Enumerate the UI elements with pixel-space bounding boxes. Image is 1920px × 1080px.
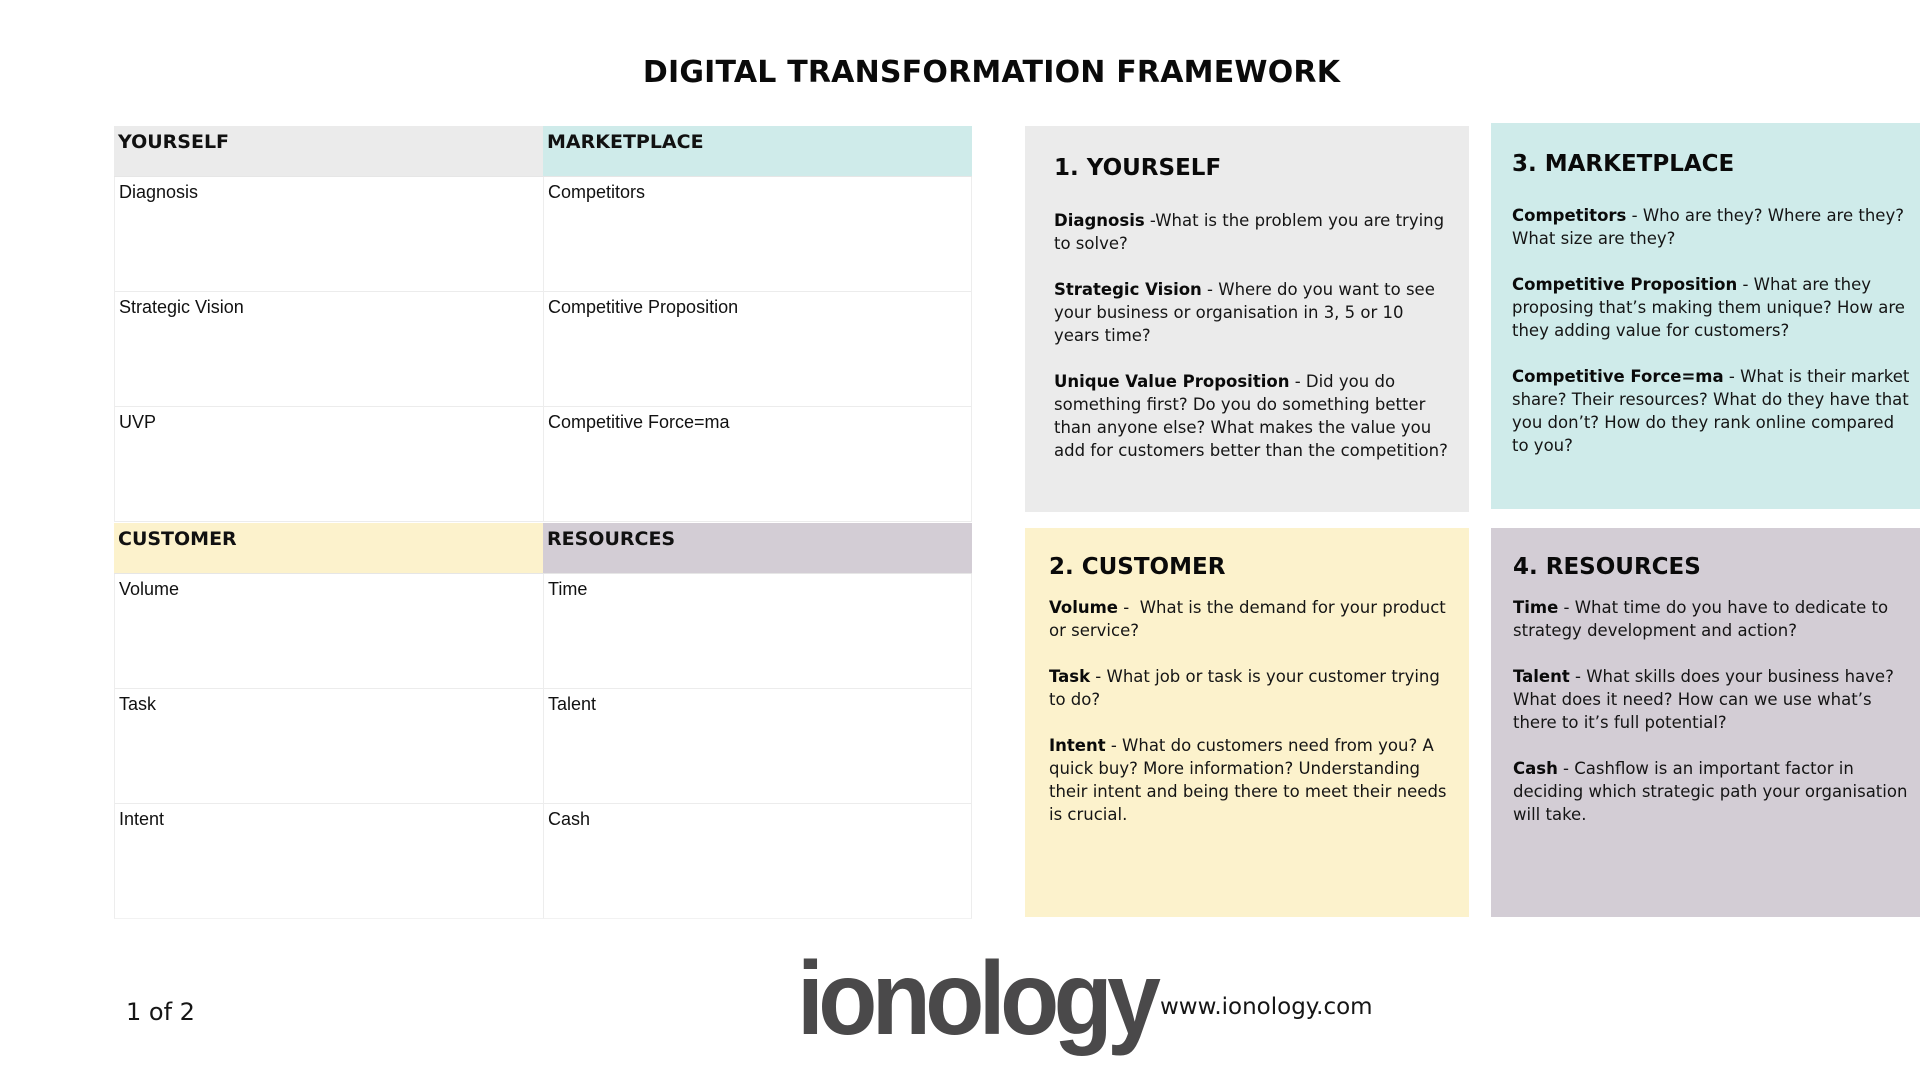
cell-task[interactable]: Task — [114, 689, 543, 804]
header-customer: CUSTOMER — [114, 523, 543, 574]
panel-resources: 4. RESOURCES Time - What time do you hav… — [1491, 528, 1920, 917]
panel-title: 1. YOURSELF — [1054, 155, 1222, 181]
panel-item: Task - What job or task is your customer… — [1049, 665, 1453, 711]
page-title: DIGITAL TRANSFORMATION FRAMEWORK — [642, 55, 1341, 90]
header-marketplace: MARKETPLACE — [543, 126, 972, 177]
panel-item: Volume - What is the demand for your pro… — [1049, 596, 1453, 642]
cell-time[interactable]: Time — [543, 574, 972, 689]
panel-item: Talent - What skills does your business … — [1513, 665, 1920, 734]
panel-yourself: 1. YOURSELF Diagnosis -What is the probl… — [1025, 126, 1469, 512]
cell-volume[interactable]: Volume — [114, 574, 543, 689]
panel-item: Cash - Cashflow is an important factor i… — [1513, 757, 1920, 826]
panel-item: Competitive Force=ma - What is their mar… — [1512, 365, 1912, 457]
item-term: Talent — [1513, 667, 1570, 686]
cell-talent[interactable]: Talent — [543, 689, 972, 804]
panel-item: Intent - What do customers need from you… — [1049, 734, 1453, 826]
item-text: - What do customers need from you? A qui… — [1049, 736, 1447, 824]
item-term: Competitive Proposition — [1512, 275, 1738, 294]
item-term: Volume — [1049, 598, 1118, 617]
panel-item: Competitors - Who are they? Where are th… — [1512, 204, 1912, 250]
panel-title: 4. RESOURCES — [1513, 554, 1701, 580]
item-term: Unique Value Proposition — [1054, 372, 1290, 391]
cell-competitive-force[interactable]: Competitive Force=ma — [543, 407, 972, 522]
item-text: - What time do you have to dedicate to s… — [1513, 598, 1889, 640]
item-term: Competitors — [1512, 206, 1627, 225]
panel-title: 3. MARKETPLACE — [1512, 151, 1735, 177]
item-text: - Cashflow is an important factor in dec… — [1513, 759, 1908, 824]
panel-item: Time - What time do you have to dedicate… — [1513, 596, 1920, 642]
item-term: Time — [1513, 598, 1559, 617]
item-text: - What skills does your business have? W… — [1513, 667, 1894, 732]
header-resources: RESOURCES — [543, 523, 972, 574]
item-term: Diagnosis — [1054, 211, 1145, 230]
item-term: Cash — [1513, 759, 1558, 778]
item-term: Task — [1049, 667, 1091, 686]
item-term: Intent — [1049, 736, 1106, 755]
worksheet-table-bottom: CUSTOMER RESOURCES Volume Time Task Tale… — [114, 523, 972, 919]
cell-competitors[interactable]: Competitors — [543, 177, 972, 292]
panel-customer: 2. CUSTOMER Volume - What is the demand … — [1025, 528, 1469, 917]
panel-title: 2. CUSTOMER — [1049, 554, 1226, 580]
cell-uvp[interactable]: UVP — [114, 407, 543, 522]
cell-intent[interactable]: Intent — [114, 804, 543, 919]
panel-item: Unique Value Proposition - Did you do so… — [1054, 370, 1449, 462]
cell-competitive-proposition[interactable]: Competitive Proposition — [543, 292, 972, 407]
panel-item: Competitive Proposition - What are they … — [1512, 273, 1912, 342]
page-number: 1 of 2 — [126, 998, 195, 1026]
cell-strategic-vision[interactable]: Strategic Vision — [114, 292, 543, 407]
panel-marketplace: 3. MARKETPLACE Competitors - Who are the… — [1491, 123, 1920, 509]
item-term: Strategic Vision — [1054, 280, 1202, 299]
cell-cash[interactable]: Cash — [543, 804, 972, 919]
ionology-logo: ionology — [797, 941, 1161, 1057]
item-text: - What job or task is your customer tryi… — [1049, 667, 1440, 709]
header-yourself: YOURSELF — [114, 126, 543, 177]
worksheet-table-top: YOURSELF MARKETPLACE Diagnosis Competito… — [114, 126, 972, 522]
panel-item: Strategic Vision - Where do you want to … — [1054, 278, 1449, 347]
item-term: Competitive Force=ma — [1512, 367, 1724, 386]
panel-item: Diagnosis -What is the problem you are t… — [1054, 209, 1449, 255]
cell-diagnosis[interactable]: Diagnosis — [114, 177, 543, 292]
website-link[interactable]: www.ionology.com — [1160, 994, 1373, 1020]
